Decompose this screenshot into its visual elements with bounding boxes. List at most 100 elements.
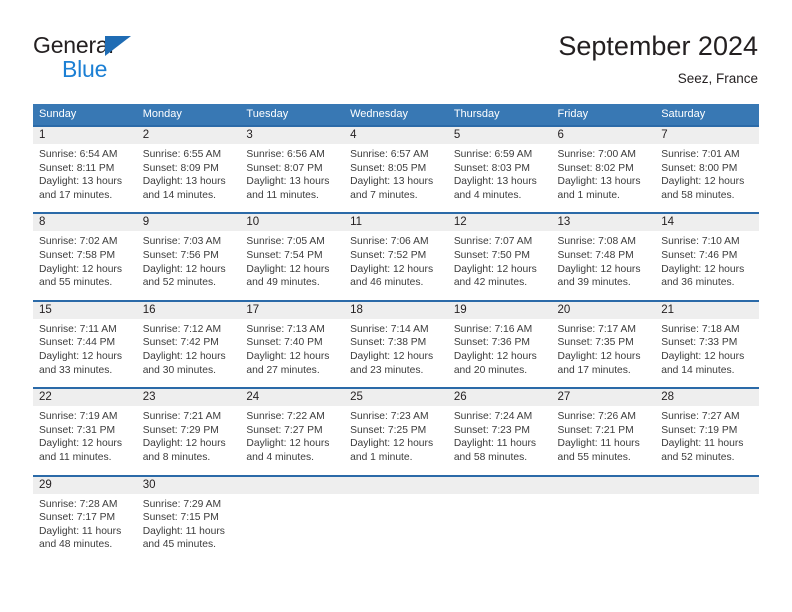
calendar-day-cell[interactable]: 3 Sunrise: 6:56 AM Sunset: 8:07 PM Dayli…: [240, 127, 345, 213]
daylight-text-line2: and 14 minutes.: [661, 364, 735, 376]
day-details: Sunrise: 7:10 AM Sunset: 7:46 PM Dayligh…: [655, 231, 759, 289]
calendar-day-cell[interactable]: 30 Sunrise: 7:29 AM Sunset: 7:15 PM Dayl…: [136, 476, 241, 562]
logo-text-general: General: [33, 32, 114, 58]
day-number: 8: [33, 214, 137, 232]
day-number: 5: [447, 127, 552, 144]
logo-text-blue: Blue: [62, 56, 108, 82]
day-details: Sunrise: 6:54 AM Sunset: 8:11 PM Dayligh…: [33, 144, 137, 202]
daylight-text-line1: Daylight: 13 hours: [246, 176, 330, 188]
weekday-header-monday: Monday: [142, 108, 182, 120]
calendar-day-cell[interactable]: 21 Sunrise: 7:18 AM Sunset: 7:33 PM Dayl…: [655, 301, 759, 388]
daylight-text-line1: Daylight: 12 hours: [246, 263, 330, 275]
daylight-text-line2: and 27 minutes.: [246, 364, 320, 376]
day-details: Sunrise: 7:14 AM Sunset: 7:38 PM Dayligh…: [344, 319, 448, 377]
calendar-day-cell[interactable]: 2 Sunrise: 6:55 AM Sunset: 8:09 PM Dayli…: [136, 127, 241, 213]
daylight-text-line1: Daylight: 13 hours: [39, 176, 122, 188]
sunset-text: Sunset: 7:50 PM: [453, 249, 530, 261]
daylight-text-line1: Daylight: 12 hours: [661, 350, 745, 362]
calendar-day-cell[interactable]: 22 Sunrise: 7:19 AM Sunset: 7:31 PM Dayl…: [33, 389, 137, 475]
calendar-day-cell[interactable]: 29 Sunrise: 7:28 AM Sunset: 7:17 PM Dayl…: [33, 476, 137, 562]
calendar-day-cell[interactable]: 4 Sunrise: 6:57 AM Sunset: 8:05 PM Dayli…: [344, 127, 448, 213]
day-details: Sunrise: 7:11 AM Sunset: 7:44 PM Dayligh…: [33, 319, 137, 377]
calendar-day-cell[interactable]: 16 Sunrise: 7:12 AM Sunset: 7:42 PM Dayl…: [136, 301, 241, 388]
daylight-text-line1: Daylight: 12 hours: [246, 438, 330, 450]
daylight-text-line2: and 49 minutes.: [246, 277, 320, 289]
calendar-day-cell[interactable]: 28 Sunrise: 7:27 AM Sunset: 7:19 PM Dayl…: [655, 389, 759, 475]
daylight-text-line1: Daylight: 12 hours: [142, 263, 226, 275]
day-number: 4: [344, 127, 448, 144]
daylight-text-line1: Daylight: 12 hours: [39, 350, 122, 362]
calendar-week-row: 1 Sunrise: 6:54 AM Sunset: 8:11 PM Dayli…: [33, 125, 759, 213]
calendar-day-cell-empty: [551, 476, 656, 562]
sunrise-text: Sunrise: 7:07 AM: [453, 236, 533, 248]
sunset-text: Sunset: 7:40 PM: [246, 337, 323, 349]
calendar-day-cell[interactable]: 18 Sunrise: 7:14 AM Sunset: 7:38 PM Dayl…: [344, 301, 448, 388]
daylight-text-line2: and 23 minutes.: [350, 364, 424, 376]
daylight-text-line1: Daylight: 12 hours: [557, 263, 641, 275]
daylight-text-line1: Daylight: 11 hours: [453, 438, 537, 450]
sunset-text: Sunset: 8:02 PM: [557, 162, 634, 174]
sunset-text: Sunset: 8:09 PM: [142, 162, 219, 174]
calendar-day-cell[interactable]: 5 Sunrise: 6:59 AM Sunset: 8:03 PM Dayli…: [447, 127, 552, 213]
calendar-day-cell[interactable]: 19 Sunrise: 7:16 AM Sunset: 7:36 PM Dayl…: [447, 301, 552, 388]
sunrise-text: Sunrise: 7:05 AM: [246, 236, 325, 248]
sunset-text: Sunset: 7:29 PM: [142, 424, 219, 436]
sunrise-text: Sunrise: 7:01 AM: [661, 149, 740, 160]
day-number: 23: [136, 389, 241, 407]
calendar-day-cell[interactable]: 9 Sunrise: 7:03 AM Sunset: 7:56 PM Dayli…: [136, 214, 241, 300]
sunrise-text: Sunrise: 7:11 AM: [39, 323, 117, 335]
weekday-header-wednesday: Wednesday: [350, 108, 408, 120]
day-number: 24: [240, 389, 345, 407]
daylight-text-line1: Daylight: 12 hours: [350, 263, 434, 275]
sunset-text: Sunset: 7:56 PM: [142, 249, 219, 261]
day-details: Sunrise: 7:00 AM Sunset: 8:02 PM Dayligh…: [552, 144, 656, 202]
daylight-text-line1: Daylight: 12 hours: [453, 350, 537, 362]
calendar-week-row: 22 Sunrise: 7:19 AM Sunset: 7:31 PM Dayl…: [33, 387, 759, 475]
logo-triangle-icon: [105, 36, 131, 56]
calendar-day-cell[interactable]: 27 Sunrise: 7:26 AM Sunset: 7:21 PM Dayl…: [551, 389, 656, 475]
calendar-day-cell[interactable]: 6 Sunrise: 7:00 AM Sunset: 8:02 PM Dayli…: [551, 127, 656, 213]
day-details: Sunrise: 7:03 AM Sunset: 7:56 PM Dayligh…: [137, 231, 241, 289]
calendar-day-cell[interactable]: 12 Sunrise: 7:07 AM Sunset: 7:50 PM Dayl…: [447, 214, 552, 300]
day-number: [344, 476, 448, 494]
day-details: Sunrise: 7:24 AM Sunset: 7:23 PM Dayligh…: [448, 406, 552, 464]
day-details: Sunrise: 7:13 AM Sunset: 7:40 PM Dayligh…: [240, 319, 344, 377]
calendar-week-row: 15 Sunrise: 7:11 AM Sunset: 7:44 PM Dayl…: [33, 299, 759, 388]
daylight-text-line2: and 52 minutes.: [661, 451, 735, 463]
calendar-day-cell[interactable]: 24 Sunrise: 7:22 AM Sunset: 7:27 PM Dayl…: [240, 389, 345, 475]
calendar-day-cell[interactable]: 20 Sunrise: 7:17 AM Sunset: 7:35 PM Dayl…: [551, 301, 656, 388]
sunset-text: Sunset: 7:23 PM: [453, 424, 530, 436]
calendar-day-cell[interactable]: 10 Sunrise: 7:05 AM Sunset: 7:54 PM Dayl…: [240, 214, 345, 300]
calendar-day-cell[interactable]: 7 Sunrise: 7:01 AM Sunset: 8:00 PM Dayli…: [655, 127, 759, 213]
calendar-day-cell[interactable]: 15 Sunrise: 7:11 AM Sunset: 7:44 PM Dayl…: [33, 301, 137, 388]
daylight-text-line2: and 17 minutes.: [557, 364, 631, 376]
day-number: 11: [344, 214, 448, 232]
calendar-day-cell-empty: [447, 476, 552, 562]
calendar-day-cell[interactable]: 13 Sunrise: 7:08 AM Sunset: 7:48 PM Dayl…: [551, 214, 656, 300]
calendar-day-cell[interactable]: 8 Sunrise: 7:02 AM Sunset: 7:58 PM Dayli…: [33, 214, 137, 300]
calendar-day-cell[interactable]: 17 Sunrise: 7:13 AM Sunset: 7:40 PM Dayl…: [240, 301, 345, 388]
daylight-text-line1: Daylight: 11 hours: [39, 525, 122, 537]
day-number: 19: [447, 301, 552, 319]
daylight-text-line2: and 14 minutes.: [142, 189, 216, 201]
daylight-text-line1: Daylight: 12 hours: [557, 350, 641, 362]
calendar-day-cell[interactable]: 25 Sunrise: 7:23 AM Sunset: 7:25 PM Dayl…: [344, 389, 448, 475]
calendar-day-cell[interactable]: 14 Sunrise: 7:10 AM Sunset: 7:46 PM Dayl…: [655, 214, 759, 300]
sunrise-text: Sunrise: 7:17 AM: [557, 323, 636, 335]
calendar-day-cell[interactable]: 1 Sunrise: 6:54 AM Sunset: 8:11 PM Dayli…: [33, 127, 137, 213]
sunrise-text: Sunrise: 7:18 AM: [661, 323, 740, 335]
sunset-text: Sunset: 7:33 PM: [661, 337, 738, 349]
daylight-text-line2: and 4 minutes.: [246, 451, 314, 463]
generalblue-logo[interactable]: General Blue: [33, 32, 213, 86]
sunrise-text: Sunrise: 7:03 AM: [142, 236, 222, 248]
daylight-text-line2: and 55 minutes.: [39, 277, 113, 289]
sunrise-text: Sunrise: 7:24 AM: [453, 411, 533, 423]
sunset-text: Sunset: 7:25 PM: [350, 424, 427, 436]
calendar-day-cell[interactable]: 11 Sunrise: 7:06 AM Sunset: 7:52 PM Dayl…: [344, 214, 448, 300]
daylight-text-line1: Daylight: 12 hours: [39, 438, 122, 450]
calendar-day-cell[interactable]: 23 Sunrise: 7:21 AM Sunset: 7:29 PM Dayl…: [136, 389, 241, 475]
calendar-day-cell[interactable]: 26 Sunrise: 7:24 AM Sunset: 7:23 PM Dayl…: [447, 389, 552, 475]
weekday-header-thursday: Thursday: [453, 108, 500, 120]
daylight-text-line1: Daylight: 12 hours: [350, 438, 434, 450]
daylight-text-line2: and 30 minutes.: [142, 364, 216, 376]
